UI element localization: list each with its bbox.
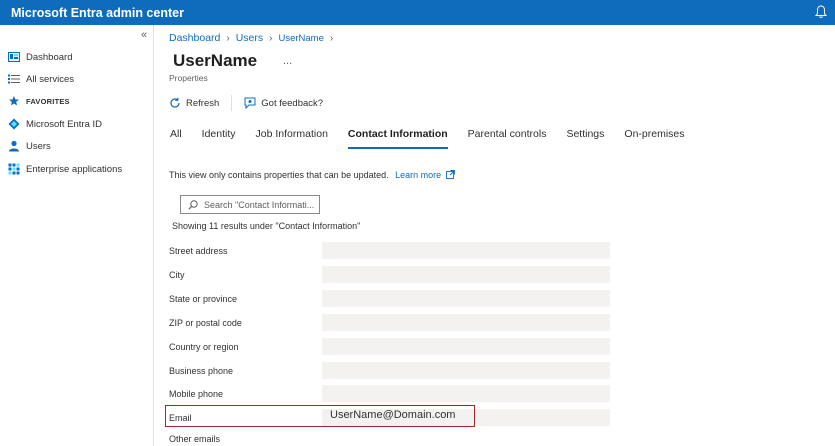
breadcrumb-dashboard[interactable]: Dashboard [169, 32, 220, 44]
entra-icon [8, 118, 20, 130]
search-placeholder: Search "Contact Informati... [204, 199, 315, 210]
sidebar-item-enterprise-applications[interactable]: Enterprise applications [8, 160, 122, 178]
field-label-country: Country or region [169, 342, 239, 352]
sidebar-item-all-services[interactable]: All services [8, 70, 74, 88]
tab-bar: All Identity Job Information Contact Inf… [170, 128, 705, 150]
chevron-right-icon: › [269, 32, 273, 44]
bell-icon[interactable] [815, 5, 827, 19]
page-subtitle: Properties [169, 73, 208, 83]
list-icon [8, 74, 20, 84]
external-link-icon [445, 170, 455, 179]
sidebar-item-users[interactable]: Users [8, 137, 51, 155]
sidebar-item-dashboard[interactable]: Dashboard [8, 48, 72, 66]
tab-on-premises[interactable]: On-premises [624, 128, 684, 150]
collapse-sidebar-icon[interactable]: « [141, 29, 147, 41]
apps-grid-icon [8, 163, 20, 175]
feedback-icon [244, 97, 256, 109]
state-field[interactable] [322, 290, 610, 307]
email-field[interactable]: UserName@Domain.com [330, 409, 455, 421]
tab-all[interactable]: All [170, 128, 182, 150]
tab-parental-controls[interactable]: Parental controls [468, 128, 547, 150]
field-label-email: Email [169, 413, 192, 423]
tab-settings[interactable]: Settings [566, 128, 604, 150]
field-label-other-emails: Other emails [169, 434, 221, 444]
user-icon [9, 140, 19, 152]
command-bar: Refresh Got feedback? [169, 94, 323, 112]
main-content: Dashboard › Users › UserName › UserName … [155, 25, 835, 446]
tab-contact-information[interactable]: Contact Information [347, 128, 448, 150]
learn-more-label: Learn more [395, 170, 442, 180]
field-label-zip: ZIP or postal code [169, 318, 242, 328]
chevron-right-icon: › [226, 32, 230, 44]
country-field[interactable] [322, 338, 610, 355]
field-label-mobile-phone: Mobile phone [169, 389, 224, 399]
zip-field[interactable] [322, 314, 610, 331]
results-count: Showing 11 results under "Contact Inform… [172, 221, 361, 231]
sidebar-item-label: Dashboard [26, 51, 73, 63]
breadcrumb-username[interactable]: UserName [278, 33, 323, 44]
field-label-city: City [169, 270, 185, 280]
top-bar: Microsoft Entra admin center [0, 0, 835, 25]
refresh-label: Refresh [186, 97, 220, 109]
search-input[interactable]: Search "Contact Informati... [180, 195, 320, 214]
chevron-right-icon: › [329, 32, 334, 44]
field-label-street-address: Street address [169, 246, 228, 256]
feedback-button[interactable]: Got feedback? [244, 97, 323, 109]
toolbar-divider [231, 95, 233, 111]
breadcrumb-users[interactable]: Users [236, 32, 263, 44]
sidebar-item-label: Microsoft Entra ID [26, 118, 103, 130]
refresh-icon [170, 97, 180, 108]
field-label-business-phone: Business phone [169, 366, 234, 376]
app-title[interactable]: Microsoft Entra admin center [11, 6, 184, 20]
street-address-field[interactable] [322, 242, 610, 259]
favorites-label: FAVORITES [26, 96, 70, 106]
page-title: UserName [173, 51, 258, 70]
feedback-label: Got feedback? [261, 97, 324, 109]
star-icon [9, 96, 19, 106]
sidebar: « Dashboard All services FAVORITES Micro… [0, 25, 154, 446]
more-options-button[interactable]: ... [283, 55, 292, 67]
dashboard-icon [8, 52, 20, 62]
mobile-phone-field[interactable] [322, 385, 610, 402]
city-field[interactable] [322, 266, 610, 283]
sidebar-item-entra-id[interactable]: Microsoft Entra ID [8, 115, 102, 133]
learn-more-link[interactable]: Learn more [395, 170, 455, 180]
info-message: This view only contains properties that … [169, 170, 455, 180]
sidebar-item-label: Users [26, 140, 51, 152]
business-phone-field[interactable] [322, 362, 610, 379]
search-icon [188, 199, 198, 210]
tab-job-information[interactable]: Job Information [256, 128, 328, 150]
refresh-button[interactable]: Refresh [169, 97, 219, 109]
sidebar-item-label: Enterprise applications [26, 163, 123, 175]
field-label-state: State or province [169, 294, 238, 304]
sidebar-item-label: All services [26, 73, 75, 85]
sidebar-section-favorites: FAVORITES [8, 92, 70, 110]
tab-identity[interactable]: Identity [202, 128, 236, 150]
breadcrumb: Dashboard › Users › UserName › [169, 32, 333, 44]
info-text: This view only contains properties that … [169, 170, 389, 180]
